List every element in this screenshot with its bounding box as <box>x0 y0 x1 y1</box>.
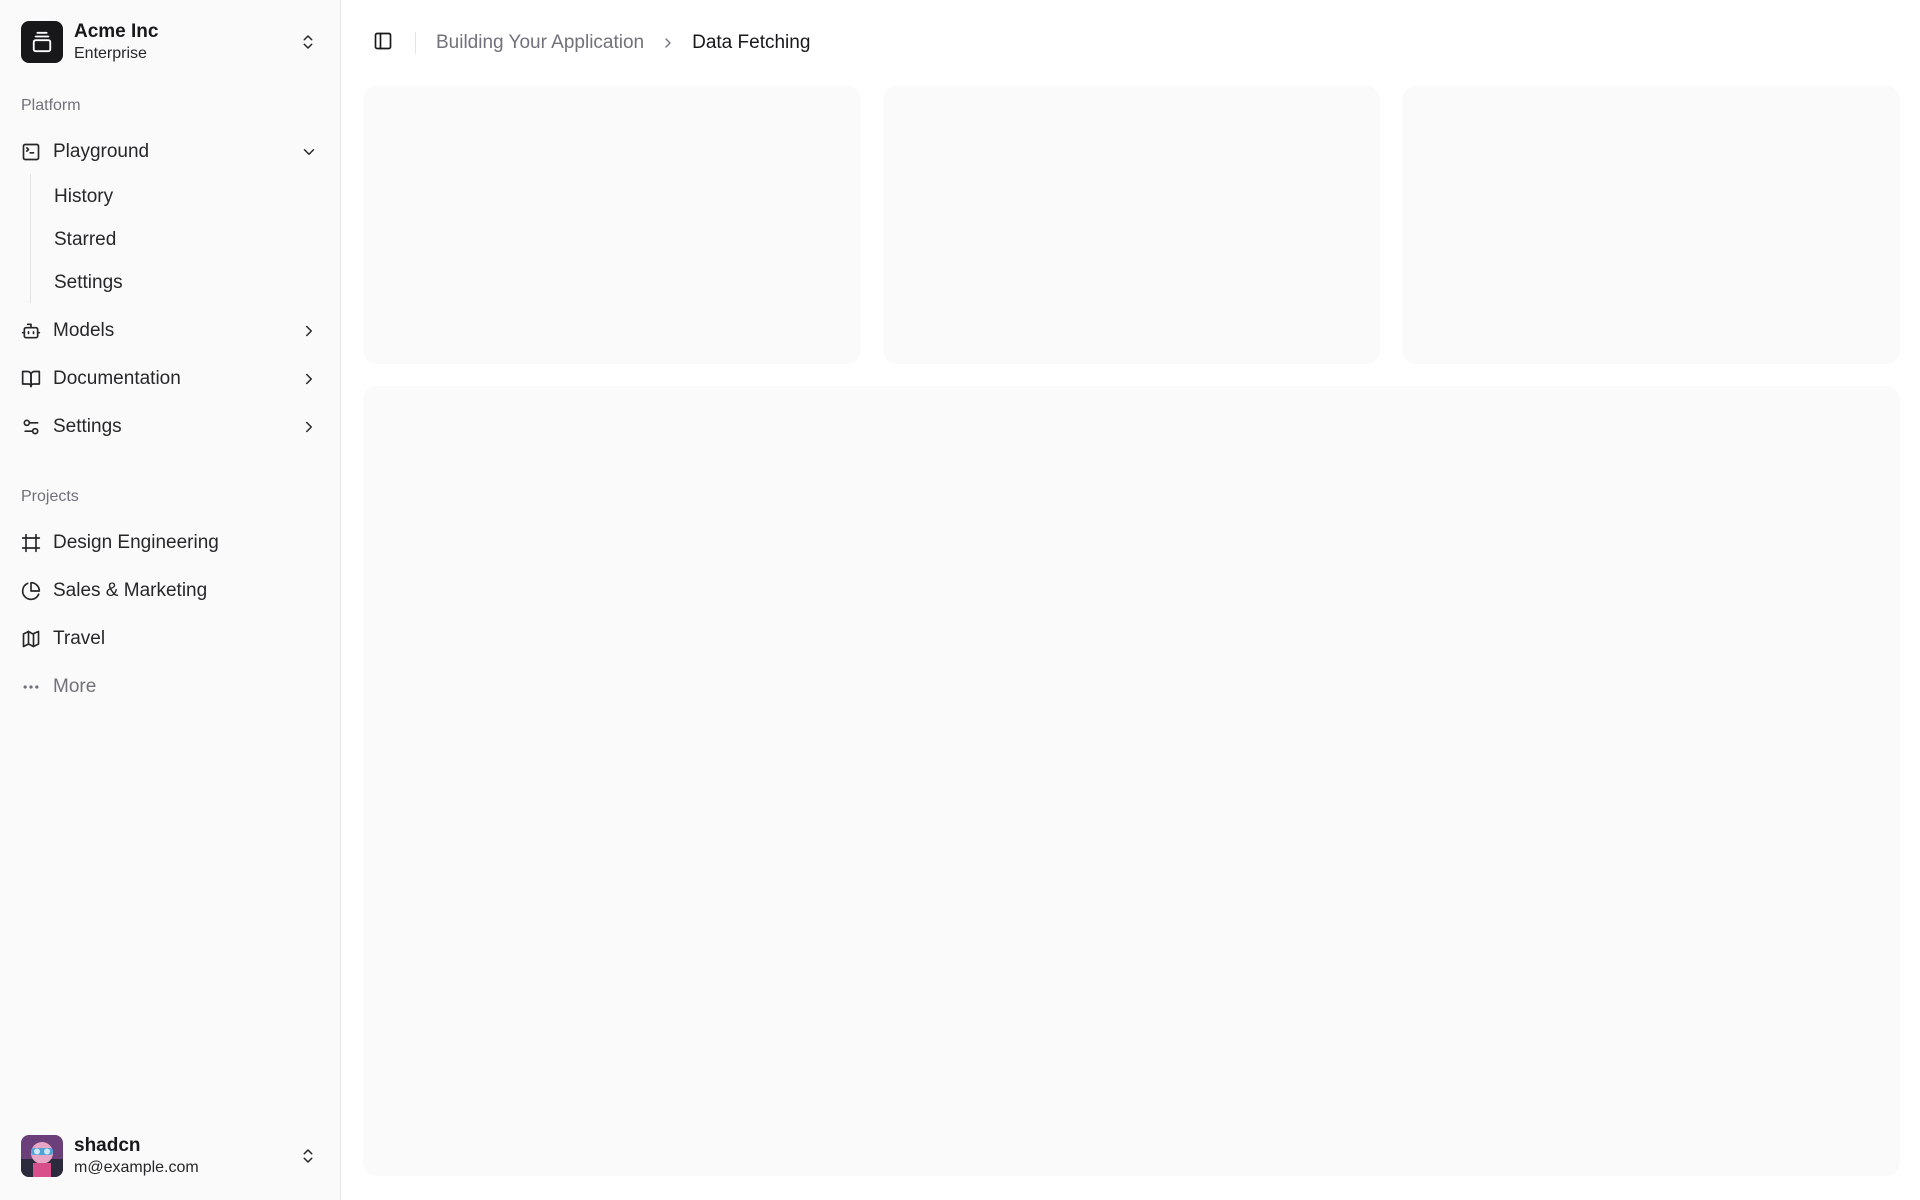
user-name: shadcn <box>74 1134 141 1156</box>
project-item-sales-marketing[interactable]: Sales & Marketing <box>10 569 330 613</box>
chevron-right-icon <box>299 369 319 389</box>
chevrons-up-down-icon <box>297 31 319 53</box>
chevron-right-icon <box>299 321 319 341</box>
project-item-travel[interactable]: Travel <box>10 617 330 661</box>
map-icon <box>21 629 41 649</box>
group-label-projects: Projects <box>21 488 79 505</box>
breadcrumb: Building Your Application Data Fetching <box>436 32 810 54</box>
chevron-right-icon <box>299 417 319 437</box>
book-open-icon <box>21 369 41 389</box>
project-item-more[interactable]: More <box>10 665 330 709</box>
submenu-item-settings[interactable]: Settings <box>43 263 330 303</box>
project-item-design-engineering[interactable]: Design Engineering <box>10 521 330 565</box>
project-item-label: Sales & Marketing <box>53 580 208 601</box>
panel-left-icon <box>373 31 393 56</box>
gallery-vertical-end-icon <box>21 21 63 63</box>
group-label-platform: Platform <box>21 97 81 114</box>
submenu-item-starred[interactable]: Starred <box>43 220 330 260</box>
placeholder-card <box>1402 86 1901 364</box>
sidebar-item-label: Playground <box>53 141 150 162</box>
chevron-right-icon <box>658 33 678 53</box>
placeholder-card <box>882 86 1381 364</box>
breadcrumb-page: Data Fetching <box>692 32 811 53</box>
project-item-label: Travel <box>53 628 106 649</box>
project-item-label: More <box>53 676 97 697</box>
project-item-label: Design Engineering <box>53 532 219 553</box>
chevrons-up-down-icon <box>297 1145 319 1167</box>
playground-submenu: History Starred Settings <box>30 174 330 303</box>
main-content: Building Your Application Data Fetching <box>341 0 1920 1200</box>
separator <box>415 32 416 54</box>
user-info: shadcn m@example.com <box>74 1135 297 1177</box>
sidebar-item-label: Settings <box>53 416 122 437</box>
user-menu[interactable]: shadcn m@example.com <box>10 1126 330 1186</box>
sidebar-item-label: Documentation <box>53 368 181 389</box>
avatar <box>21 1135 63 1177</box>
submenu-item-history[interactable]: History <box>43 177 330 217</box>
settings-2-icon <box>21 417 41 437</box>
frame-icon <box>21 533 41 553</box>
more-horizontal-icon <box>21 677 41 697</box>
sidebar: Acme Inc Enterprise Platform Playground <box>0 0 341 1200</box>
placeholder-panel <box>363 386 1900 1176</box>
top-bar: Building Your Application Data Fetching <box>341 0 1920 86</box>
team-plan: Enterprise <box>74 44 147 62</box>
bot-icon <box>21 321 41 341</box>
breadcrumb-link[interactable]: Building Your Application <box>436 32 644 54</box>
team-switcher[interactable]: Acme Inc Enterprise <box>10 10 330 74</box>
sidebar-item-settings[interactable]: Settings <box>10 405 330 449</box>
app-shell: Acme Inc Enterprise Platform Playground <box>0 0 1920 1200</box>
pie-chart-icon <box>21 581 41 601</box>
team-name: Acme Inc <box>74 20 159 42</box>
square-terminal-icon <box>21 142 41 162</box>
sidebar-item-models[interactable]: Models <box>10 309 330 353</box>
card-grid <box>363 86 1901 364</box>
sidebar-item-label: Models <box>53 320 115 341</box>
sidebar-item-playground[interactable]: Playground <box>10 130 330 174</box>
user-email: m@example.com <box>74 1158 199 1176</box>
chevron-down-icon <box>299 142 319 162</box>
sidebar-toggle-button[interactable] <box>365 25 401 61</box>
content-area <box>341 86 1920 1176</box>
sidebar-item-documentation[interactable]: Documentation <box>10 357 330 401</box>
placeholder-card <box>363 86 861 364</box>
team-info: Acme Inc Enterprise <box>74 21 297 63</box>
